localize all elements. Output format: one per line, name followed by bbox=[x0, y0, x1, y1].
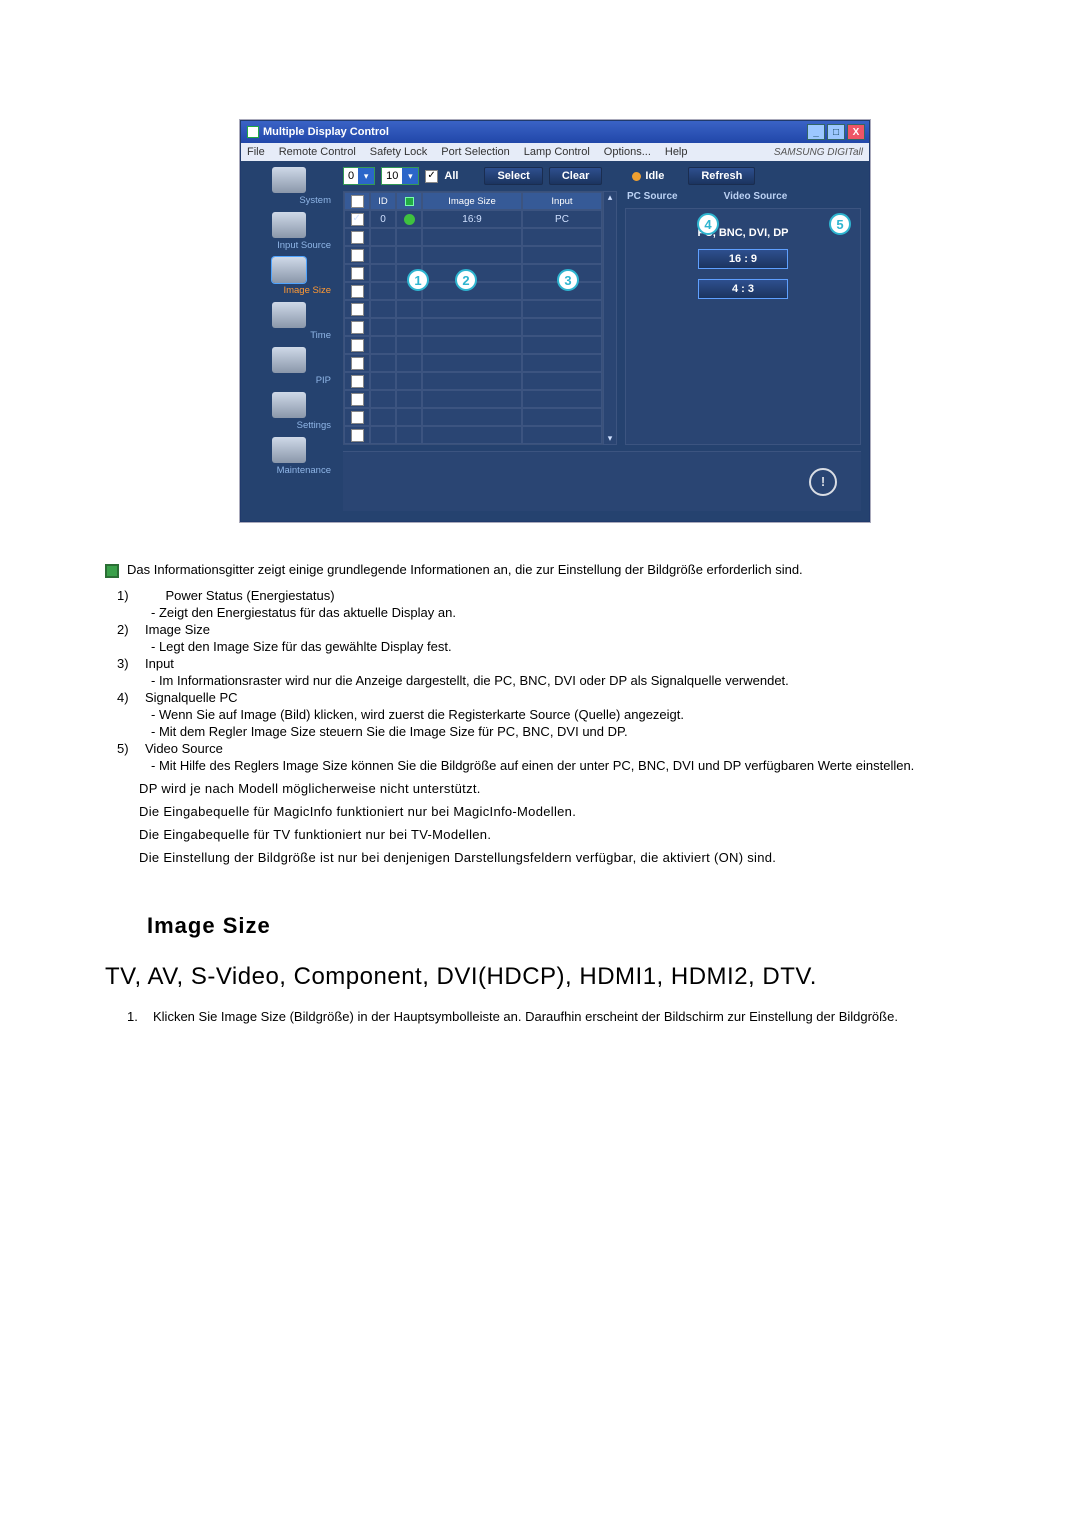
col-image-size: Image Size bbox=[422, 192, 522, 210]
source-panel: PC Source Video Source PC, BNC, DVI, DP … bbox=[625, 191, 861, 445]
section-heading: Image Size bbox=[147, 913, 1005, 939]
menu-help[interactable]: Help bbox=[665, 146, 688, 158]
select-button[interactable]: Select bbox=[484, 167, 542, 185]
pip-icon bbox=[272, 347, 306, 373]
sidebar-item-input-source[interactable]: Input Source bbox=[245, 212, 333, 251]
col-input: Input bbox=[522, 192, 602, 210]
menu-options[interactable]: Options... bbox=[604, 146, 651, 158]
menu-port[interactable]: Port Selection bbox=[441, 146, 509, 158]
all-label: All bbox=[444, 170, 458, 182]
note-dp: DP wird je nach Modell möglicherweise ni… bbox=[139, 781, 1005, 796]
ratio-16-9-button[interactable]: 16 : 9 bbox=[698, 249, 788, 269]
sidebar-item-maintenance[interactable]: Maintenance bbox=[245, 437, 333, 476]
scroll-down-icon: ▾ bbox=[608, 433, 613, 444]
header-checkbox[interactable] bbox=[351, 195, 364, 208]
menu-file[interactable]: File bbox=[247, 146, 265, 158]
footer: ! bbox=[343, 451, 861, 511]
callout-1: 1 bbox=[407, 269, 429, 291]
ratio-4-3-button[interactable]: 4 : 3 bbox=[698, 279, 788, 299]
callout-5: 5 bbox=[829, 213, 851, 235]
time-icon bbox=[272, 302, 306, 328]
sub-heading: TV, AV, S-Video, Component, DVI(HDCP), H… bbox=[105, 963, 1005, 991]
brand-label: SAMSUNG DIGITall bbox=[774, 147, 863, 158]
chevron-down-icon: ▾ bbox=[358, 168, 374, 184]
app-icon bbox=[247, 126, 259, 138]
note-on: Die Einstellung der Bildgröße ist nur be… bbox=[139, 850, 1005, 865]
warning-icon: ! bbox=[809, 468, 837, 496]
sidebar-item-pip[interactable]: PIP bbox=[245, 347, 333, 386]
range-to-dropdown[interactable]: 10 ▾ bbox=[381, 167, 419, 185]
callout-4: 4 bbox=[697, 213, 719, 235]
chevron-down-icon: ▾ bbox=[402, 168, 418, 184]
scroll-up-icon: ▴ bbox=[608, 192, 613, 203]
row-checkbox[interactable] bbox=[351, 213, 364, 226]
callout-3: 3 bbox=[557, 269, 579, 291]
settings-icon bbox=[272, 392, 306, 418]
clear-button[interactable]: Clear bbox=[549, 167, 603, 185]
note-magicinfo: Die Eingabequelle für MagicInfo funktion… bbox=[139, 804, 1005, 819]
main-area: 0 ▾ 10 ▾ All Select Clear Idle bbox=[337, 161, 869, 521]
menu-lamp[interactable]: Lamp Control bbox=[524, 146, 590, 158]
sidebar-item-system[interactable]: System bbox=[245, 167, 333, 206]
col-id: ID bbox=[370, 192, 396, 210]
callout-2: 2 bbox=[455, 269, 477, 291]
sidebar-item-settings[interactable]: Settings bbox=[245, 392, 333, 431]
status-dot-icon bbox=[632, 172, 641, 181]
window-title: Multiple Display Control bbox=[263, 126, 389, 138]
sidebar-item-time[interactable]: Time bbox=[245, 302, 333, 341]
menubar: File Remote Control Safety Lock Port Sel… bbox=[241, 143, 869, 161]
info-icon bbox=[105, 564, 119, 578]
display-grid: ID Image Size Input 0 16:9 PC bbox=[343, 191, 603, 445]
scrollbar[interactable]: ▴ ▾ bbox=[603, 191, 617, 445]
input-source-icon bbox=[272, 212, 306, 238]
tab-pc-source[interactable]: PC Source bbox=[627, 191, 678, 202]
refresh-button[interactable]: Refresh bbox=[688, 167, 755, 185]
menu-remote[interactable]: Remote Control bbox=[279, 146, 356, 158]
minimize-button[interactable]: _ bbox=[807, 124, 825, 140]
menu-safety[interactable]: Safety Lock bbox=[370, 146, 427, 158]
lead-paragraph: Das Informationsgitter zeigt einige grun… bbox=[105, 562, 1005, 578]
sidebar: System Input Source Image Size Time PIP bbox=[241, 161, 337, 521]
all-checkbox[interactable] bbox=[425, 170, 438, 183]
titlebar: Multiple Display Control _ □ X bbox=[241, 121, 869, 143]
note-tv: Die Eingabequelle für TV funktioniert nu… bbox=[139, 827, 1005, 842]
tab-video-source[interactable]: Video Source bbox=[724, 191, 788, 202]
close-button[interactable]: X bbox=[847, 124, 865, 140]
idle-indicator: Idle bbox=[632, 170, 664, 182]
system-icon bbox=[272, 167, 306, 193]
app-window: Multiple Display Control _ □ X File Remo… bbox=[240, 120, 870, 522]
grid-header: ID Image Size Input bbox=[344, 192, 602, 210]
image-size-icon bbox=[272, 257, 306, 283]
maintenance-icon bbox=[272, 437, 306, 463]
maximize-button[interactable]: □ bbox=[827, 124, 845, 140]
power-on-icon bbox=[404, 214, 415, 225]
col-status bbox=[396, 192, 422, 210]
toolbar: 0 ▾ 10 ▾ All Select Clear Idle bbox=[343, 167, 861, 185]
range-from-dropdown[interactable]: 0 ▾ bbox=[343, 167, 375, 185]
sidebar-item-image-size[interactable]: Image Size bbox=[245, 257, 333, 296]
table-row[interactable]: 0 16:9 PC bbox=[344, 210, 602, 228]
